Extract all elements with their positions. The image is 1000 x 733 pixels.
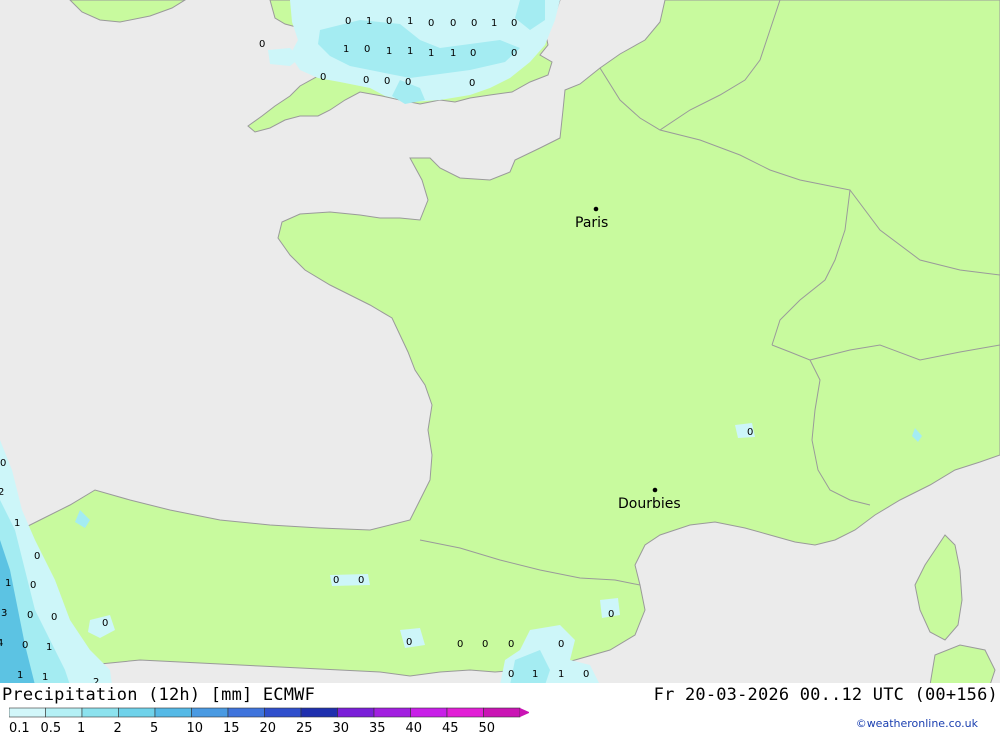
value-label: 1 bbox=[386, 46, 392, 57]
value-label: 0 bbox=[34, 551, 40, 562]
legend-swatch bbox=[9, 707, 46, 718]
legend-swatch bbox=[373, 707, 411, 718]
legend-tick: 35 bbox=[369, 721, 386, 733]
value-label: 0 bbox=[457, 639, 463, 650]
legend-tick: 15 bbox=[223, 721, 240, 733]
legend-tick: 25 bbox=[296, 721, 313, 733]
value-label: 0 bbox=[0, 458, 6, 469]
value-label: 3 bbox=[1, 608, 7, 619]
product-title: Precipitation (12h) [mm] ECMWF bbox=[2, 685, 316, 705]
legend-swatch bbox=[446, 707, 484, 718]
value-label: 0 bbox=[259, 39, 265, 50]
legend-tick: 20 bbox=[260, 721, 277, 733]
legend-tick: 40 bbox=[406, 721, 423, 733]
legend-tick: 1 bbox=[77, 721, 85, 733]
value-label: 0 bbox=[428, 18, 434, 29]
legend-swatch bbox=[45, 707, 83, 718]
precipitation-map: 0 1 0 1 0 0 0 1 0 1 0 1 1 1 1 0 0 0 0 0 … bbox=[0, 0, 1000, 685]
legend-tick: 5 bbox=[150, 721, 158, 733]
value-label: 4 bbox=[0, 638, 3, 649]
legend-tick: 0.5 bbox=[41, 721, 62, 733]
legend-swatch bbox=[483, 707, 521, 718]
value-label: 1 bbox=[343, 44, 349, 55]
value-label: 0 bbox=[482, 639, 488, 650]
value-label: 0 bbox=[450, 18, 456, 29]
value-label: 0 bbox=[345, 16, 351, 27]
value-label: 0 bbox=[469, 78, 475, 89]
value-label: 1 bbox=[491, 18, 497, 29]
value-label: 0 bbox=[51, 612, 57, 623]
legend-swatch bbox=[337, 707, 375, 718]
value-label: 0 bbox=[358, 575, 364, 586]
value-label: 0 bbox=[30, 580, 36, 591]
value-label: 1 bbox=[46, 642, 52, 653]
city-label-paris: Paris bbox=[575, 215, 608, 231]
legend-swatch bbox=[118, 707, 156, 718]
value-label: 1 bbox=[42, 672, 48, 683]
legend-swatch bbox=[410, 707, 448, 718]
value-label: 0 bbox=[333, 575, 339, 586]
value-label: 0 bbox=[406, 637, 412, 648]
value-label: 0 bbox=[511, 18, 517, 29]
legend-tick: 50 bbox=[479, 721, 496, 733]
legend-arrow bbox=[520, 708, 529, 717]
color-legend: 0.1 0.5 1 2 5 10 15 20 25 30 35 40 45 50 bbox=[9, 707, 529, 733]
valid-time: Fr 20-03-2026 00..12 UTC (00+156) bbox=[653, 685, 998, 705]
value-label: 0 bbox=[22, 640, 28, 651]
value-label: 0 bbox=[27, 610, 33, 621]
city-marker bbox=[652, 487, 658, 493]
value-label: 1 bbox=[428, 48, 434, 59]
legend-swatch bbox=[81, 707, 119, 718]
value-label: 0 bbox=[471, 18, 477, 29]
legend-swatch bbox=[154, 707, 192, 718]
value-label: 0 bbox=[470, 48, 476, 59]
value-label: 0 bbox=[511, 48, 517, 59]
value-label: 1 bbox=[14, 518, 20, 529]
value-label: 0 bbox=[102, 618, 108, 629]
value-label: 1 bbox=[366, 16, 372, 27]
value-label: 1 bbox=[5, 578, 11, 589]
legend-tick: 10 bbox=[187, 721, 204, 733]
value-label: 0 bbox=[386, 16, 392, 27]
value-label: 0 bbox=[363, 75, 369, 86]
value-label: 1 bbox=[532, 669, 538, 680]
city-label-dourbies: Dourbies bbox=[618, 496, 681, 512]
value-label: 0 bbox=[384, 76, 390, 87]
value-label: 0 bbox=[508, 669, 514, 680]
legend-tick: 2 bbox=[114, 721, 122, 733]
city-marker bbox=[593, 206, 599, 212]
legend-swatch bbox=[300, 707, 338, 718]
value-label: 0 bbox=[364, 44, 370, 55]
value-label: 0 bbox=[320, 72, 326, 83]
value-label: 1 bbox=[407, 16, 413, 27]
legend-tick: 30 bbox=[333, 721, 350, 733]
legend-tick: 0.1 bbox=[9, 721, 30, 733]
value-label: 0 bbox=[508, 639, 514, 650]
value-label: 0 bbox=[558, 639, 564, 650]
legend-swatch bbox=[191, 707, 229, 718]
value-label: 0 bbox=[405, 77, 411, 88]
value-label: 0 bbox=[583, 669, 589, 680]
legend-swatch bbox=[227, 707, 265, 718]
value-label: 2 bbox=[0, 487, 4, 498]
legend-tick: 45 bbox=[442, 721, 459, 733]
value-label: 1 bbox=[407, 46, 413, 57]
value-label: 1 bbox=[17, 670, 23, 681]
value-label: 1 bbox=[558, 669, 564, 680]
legend-swatch bbox=[264, 707, 302, 718]
value-label: 0 bbox=[747, 427, 753, 438]
value-label: 1 bbox=[450, 48, 456, 59]
value-label: 0 bbox=[608, 609, 614, 620]
credit-link[interactable]: ©weatheronline.co.uk bbox=[856, 717, 978, 730]
